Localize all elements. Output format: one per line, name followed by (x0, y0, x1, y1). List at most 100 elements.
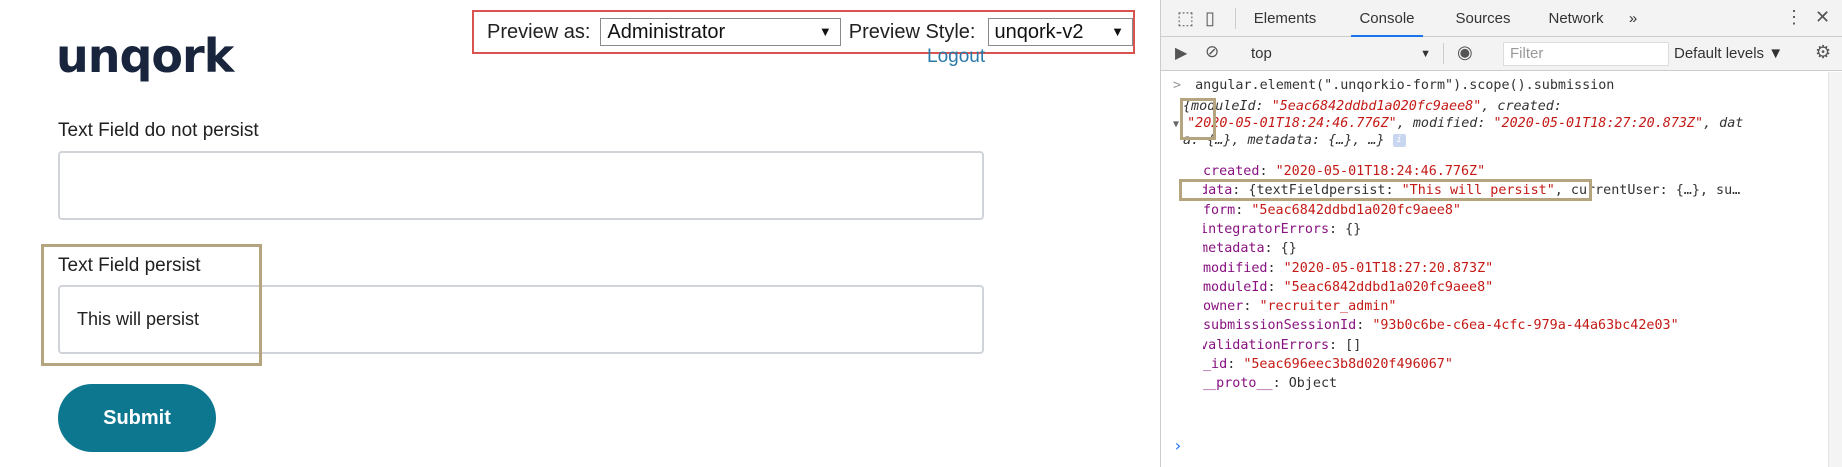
summary-text: , created: (1481, 99, 1562, 114)
highlight-annotation-box (1180, 98, 1216, 140)
property-key: integratorErrors (1203, 221, 1330, 237)
property-key: metadata (1203, 241, 1265, 257)
unqork-logo: unqork (56, 29, 234, 83)
property-colon: : (1227, 357, 1244, 372)
property-key: owner (1203, 299, 1244, 315)
property-key: validationErrors (1203, 337, 1330, 353)
logout-link[interactable]: Logout (927, 46, 985, 68)
property-colon: : (1243, 299, 1260, 315)
property-value: {} (1280, 241, 1297, 257)
chevron-down-icon: ▼ (818, 24, 832, 39)
chevron-down-icon: ▼ (1420, 48, 1431, 60)
property-row-proto[interactable]: ▶__proto__: Object (1203, 374, 1842, 395)
inspect-element-icon[interactable]: ⬚ (1177, 8, 1194, 29)
tab-sources[interactable]: Sources (1447, 0, 1519, 37)
property-key: form (1203, 202, 1236, 218)
summary-created: "2020-05-01T18:24:46.776Z" (1187, 116, 1397, 131)
property-row-id: _id: "5eac696eec3b8d020f496067" (1203, 355, 1842, 375)
preview-as-label: Preview as: (487, 20, 591, 43)
submit-button[interactable]: Submit (58, 384, 216, 452)
gear-icon[interactable]: ⚙ (1815, 42, 1831, 63)
tab-elements[interactable]: Elements (1249, 0, 1321, 37)
summary-modified: "2020-05-01T18:27:20.873Z" (1493, 116, 1704, 131)
context-select[interactable]: top ▼ (1251, 42, 1435, 66)
property-key: modified (1203, 260, 1268, 276)
property-colon: : (1329, 221, 1346, 237)
expand-triangle-icon[interactable]: ▼ (1173, 119, 1179, 130)
property-colon: : (1272, 376, 1289, 392)
property-colon: : (1264, 241, 1281, 257)
property-row-metadata[interactable]: ▶metadata: {} (1203, 239, 1842, 260)
console-command-line: > angular.element(".unqorkio-form").scop… (1173, 76, 1842, 96)
context-value: top (1251, 45, 1272, 62)
devtools-pane: ⬚ ▯ Elements Console Sources Network » ⋮… (1160, 0, 1842, 467)
property-colon: : (1259, 164, 1276, 179)
tab-network[interactable]: Network (1540, 0, 1612, 37)
property-row-validationerrors[interactable]: ▶validationErrors: [] (1203, 336, 1842, 357)
property-row-moduleid: moduleId: "5eac6842ddbd1a020fc9aee8" (1203, 278, 1842, 298)
chevron-down-icon: ▼ (1111, 24, 1124, 39)
property-value: Object (1288, 376, 1338, 392)
preview-style-label: Preview Style: (848, 20, 976, 43)
property-row-integratorerrors[interactable]: ▶integratorErrors: {} (1203, 220, 1842, 241)
clear-console-icon[interactable]: ⊘ (1205, 42, 1219, 62)
property-row-submissionsessionid: submissionSessionId: "93b0c6be-c6ea-4cfc… (1203, 316, 1842, 336)
toolbar-divider (1235, 8, 1236, 29)
property-colon: : (1329, 337, 1346, 353)
eye-icon[interactable]: ◉ (1457, 42, 1473, 63)
chevron-right-icon: › (1173, 436, 1183, 455)
preview-style-value: unqork-v2 (994, 21, 1084, 43)
property-value: "recruiter_admin" (1259, 299, 1397, 315)
app-pane: unqork Preview as: Administrator ▼ Previ… (0, 0, 1160, 467)
console-command: angular.element(".unqorkio-form").scope(… (1195, 78, 1615, 93)
sidebar-toggle-icon[interactable]: ▶ (1175, 43, 1187, 63)
close-icon[interactable]: ✕ (1815, 7, 1830, 28)
highlight-annotation-box (1179, 179, 1592, 201)
console-output: > angular.element(".unqorkio-form").scop… (1161, 72, 1842, 467)
property-value: "2020-05-01T18:27:20.873Z" (1283, 260, 1494, 276)
summary-text: , modified: (1396, 116, 1494, 131)
preview-role-value: Administrator (607, 21, 726, 43)
console-input-line[interactable]: › (1173, 436, 1842, 458)
device-toolbar-icon[interactable]: ▯ (1205, 8, 1215, 29)
highlight-annotation-box (41, 244, 262, 366)
property-value: {} (1345, 221, 1362, 237)
property-colon: : (1356, 318, 1373, 334)
console-toolbar: ▶ ⊘ top ▼ ◉ Filter Default levels ▼ ⚙ (1161, 37, 1842, 71)
property-value: "2020-05-01T18:24:46.776Z" (1275, 164, 1486, 179)
summary-text: , dat (1703, 116, 1744, 131)
log-levels-dropdown[interactable]: Default levels ▼ (1674, 42, 1783, 66)
console-scrollbar[interactable] (1828, 72, 1842, 467)
property-key: created (1203, 164, 1260, 179)
result-summary-line-3: a: {…}, metadata: {…}, …} i (1183, 131, 1842, 151)
property-key: submissionSessionId (1203, 318, 1357, 334)
property-key: moduleId (1203, 279, 1268, 295)
chevron-right-icon: > (1173, 78, 1182, 93)
text-field-do-not-persist-input[interactable] (58, 151, 984, 220)
property-value: "93b0c6be-c6ea-4cfc-979a-44a63bc42e03" (1372, 318, 1679, 334)
property-key: _id (1203, 357, 1228, 372)
toolbar-divider (1443, 43, 1444, 64)
preview-style-select[interactable]: unqork-v2 ▼ (987, 18, 1133, 46)
property-row-modified: modified: "2020-05-01T18:27:20.873Z" (1203, 259, 1842, 279)
console-filter-input[interactable]: Filter (1503, 42, 1669, 66)
property-row-form: form: "5eac6842ddbd1a020fc9aee8" (1203, 201, 1842, 221)
preview-role-select[interactable]: Administrator ▼ (600, 18, 841, 46)
tab-console[interactable]: Console (1351, 0, 1423, 37)
preview-bar: Preview as: Administrator ▼ Preview Styl… (472, 10, 1135, 54)
property-colon: : (1267, 260, 1284, 276)
property-value: "5eac6842ddbd1a020fc9aee8" (1251, 202, 1461, 218)
property-row-owner: owner: "recruiter_admin" (1203, 297, 1842, 317)
text-field-do-not-persist-label: Text Field do not persist (58, 120, 259, 141)
property-value: "5eac696eec3b8d020f496067" (1243, 357, 1453, 372)
property-value: [] (1345, 337, 1362, 353)
info-icon[interactable]: i (1392, 133, 1406, 147)
property-colon: : (1267, 279, 1284, 295)
summary-module-id: "5eac6842ddbd1a020fc9aee8" (1271, 99, 1482, 114)
kebab-menu-icon[interactable]: ⋮ (1785, 7, 1803, 28)
more-tabs-button[interactable]: » (1625, 0, 1641, 37)
property-colon: : (1235, 202, 1252, 218)
screen: unqork Preview as: Administrator ▼ Previ… (0, 0, 1842, 467)
property-key: __proto__ (1203, 376, 1273, 392)
devtools-tab-bar: ⬚ ▯ Elements Console Sources Network » ⋮… (1161, 0, 1842, 37)
